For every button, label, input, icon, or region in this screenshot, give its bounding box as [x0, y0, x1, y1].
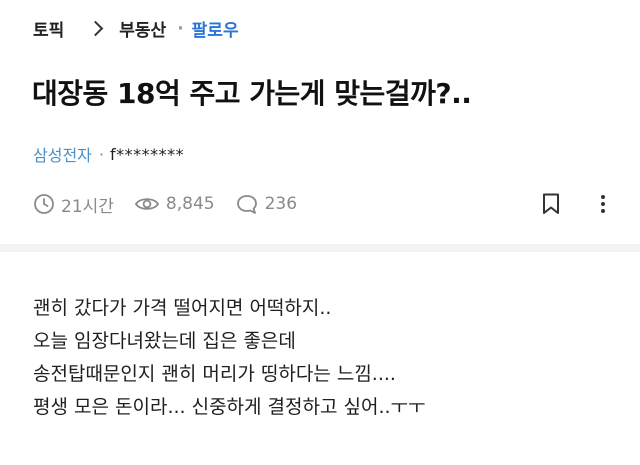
- author-nickname: f********: [109, 144, 185, 164]
- body-line: 괜히 갔다가 가격 떨어지면 어떡하지..: [33, 297, 332, 319]
- post-stats-bar: 21시간 8,845 236: [33, 190, 607, 218]
- time-stat: 21시간: [33, 192, 114, 217]
- time-ago-text: 21시간: [61, 196, 114, 217]
- breadcrumb-category-link[interactable]: 부동산: [119, 16, 166, 41]
- comment-bubble-icon: [236, 195, 257, 214]
- comments-count: 236: [264, 194, 298, 214]
- clock-icon: [34, 194, 54, 214]
- comments-stat[interactable]: 236: [235, 193, 297, 215]
- body-line: 송전탑때문인지 괜히 머리가 띵하다는 느낌....: [33, 363, 396, 385]
- body-line: 평생 모은 돈이라... 신중하게 결정하고 싶어..ㅜㅜ: [33, 396, 426, 418]
- separator-dot: ·: [177, 18, 184, 39]
- breadcrumb: 토픽 부동산 · 팔로우: [33, 16, 239, 42]
- post-body: 괜히 갔다가 가격 떨어지면 어떡하지.. 오늘 임장다녀왔는데 집은 좋은데 …: [33, 292, 613, 424]
- post-actions: [541, 192, 607, 216]
- post-author-meta: 삼성전자 · f********: [33, 142, 184, 166]
- views-stat: 8,845: [134, 193, 215, 215]
- post-title: 대장동 18억 주고 가는게 맞는걸까?..: [32, 77, 472, 110]
- follow-button[interactable]: 팔로우: [192, 16, 239, 41]
- views-count: 8,845: [165, 194, 215, 214]
- breadcrumb-topic-link[interactable]: 토픽: [33, 16, 64, 41]
- eye-icon: [134, 198, 159, 210]
- body-line: 오늘 임장다녀왔는데 집은 좋은데: [33, 330, 296, 352]
- author-company-link[interactable]: 삼성전자: [33, 142, 92, 166]
- chevron-right-icon: [88, 20, 104, 37]
- author-separator: ·: [98, 144, 104, 164]
- section-divider: [0, 244, 640, 252]
- more-vertical-icon[interactable]: [599, 192, 607, 216]
- bookmark-icon[interactable]: [541, 192, 561, 216]
